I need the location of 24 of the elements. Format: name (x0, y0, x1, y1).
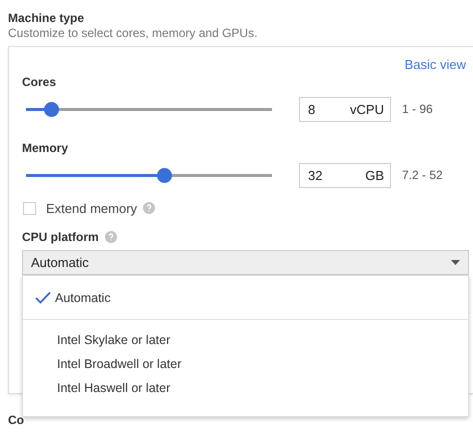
caret-icon (451, 260, 460, 265)
basic-view-link[interactable]: Basic view (404, 57, 466, 73)
number-field[interactable]: 8 vCPU (299, 96, 391, 122)
check-icon (35, 291, 51, 304)
number-field[interactable]: 32 GB (299, 162, 391, 188)
range-text: 1 - 96 (402, 102, 433, 116)
section-subtitle: Customize to select cores, memory and GPUs. (8, 25, 258, 41)
range-text: 7.2 - 52 (402, 168, 443, 182)
checkbox-label: Extend memory (46, 200, 138, 216)
dropdown[interactable]: Automatic (22, 250, 469, 275)
slider[interactable] (26, 168, 272, 182)
field-label: Cores (22, 75, 58, 89)
checkbox[interactable] (23, 202, 36, 214)
menu-item[interactable]: Intel Haswell or later (23, 376, 468, 400)
menu-item[interactable]: Automatic (23, 276, 468, 320)
menu-item[interactable]: Intel Broadwell or later (23, 352, 468, 376)
menu-item[interactable]: Intel Skylake or later (23, 328, 468, 352)
help-icon[interactable] (143, 202, 156, 214)
section-title: Machine type (8, 11, 86, 25)
section-title: Co (8, 413, 25, 427)
slider[interactable] (26, 102, 272, 116)
field-label: CPU platform (22, 230, 99, 244)
help-icon[interactable] (104, 231, 117, 243)
field-label: Memory (22, 141, 70, 155)
